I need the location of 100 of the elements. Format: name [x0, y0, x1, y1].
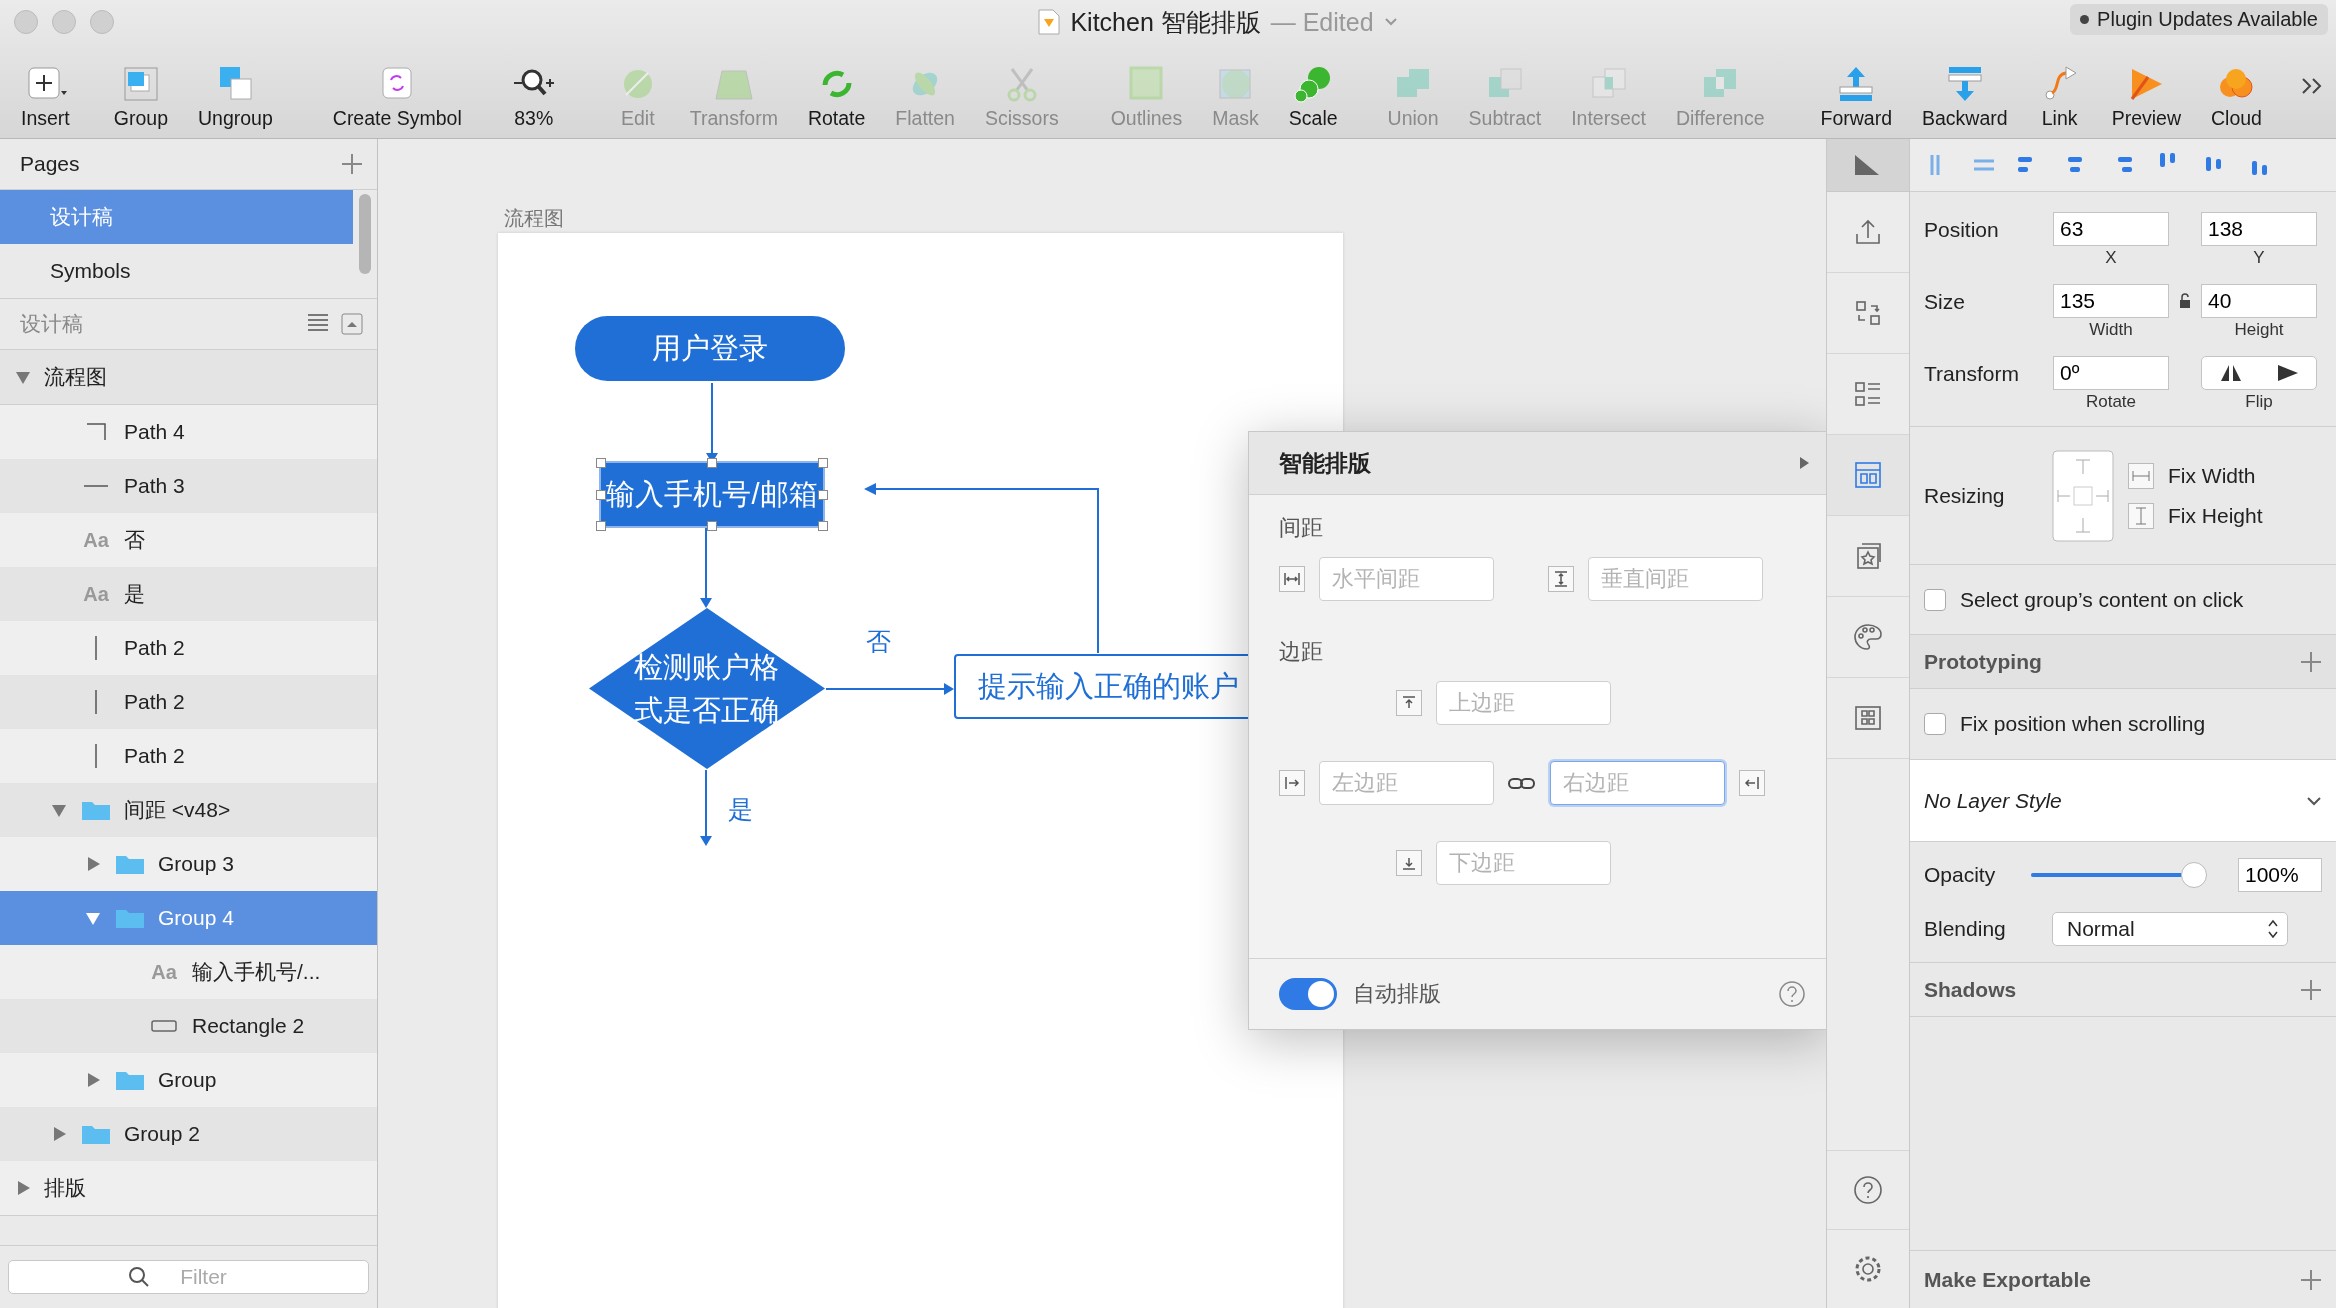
toolbar-button[interactable]: Backward	[1907, 65, 2023, 130]
toolbar-button[interactable]: Group	[98, 65, 183, 130]
resize-handle[interactable]	[818, 489, 828, 500]
layer-item[interactable]: Path 3	[124, 474, 185, 498]
plugin-updates-badge[interactable]: Plugin Updates Available	[2070, 4, 2328, 35]
resize-handle[interactable]	[596, 521, 606, 531]
width-field[interactable]: 135	[2053, 284, 2169, 318]
expand-triangle-icon[interactable]	[1798, 456, 1810, 470]
toolbar-button[interactable]: Create Symbol	[317, 65, 477, 130]
padlock-icon[interactable]	[2179, 293, 2191, 309]
expanded-triangle-icon[interactable]	[51, 802, 67, 818]
layer-item[interactable]: 流程图	[44, 363, 107, 391]
layout-icon[interactable]	[1827, 435, 1909, 516]
add-icon[interactable]	[2300, 650, 2322, 673]
toolbar-button[interactable]: 83%	[496, 65, 571, 130]
toolbar-button[interactable]: Preview	[2096, 65, 2196, 130]
layer-item[interactable]: 输入手机号/...	[192, 958, 321, 986]
artboard-label[interactable]: 流程图	[504, 205, 564, 232]
layer-row[interactable]: Path 2	[0, 621, 377, 675]
layer-item[interactable]: Rectangle 2	[192, 1014, 305, 1038]
layer-item[interactable]: 否	[124, 526, 145, 554]
toolbar-button[interactable]: Rotate	[792, 65, 881, 130]
toolbar-button[interactable]: Ungroup	[183, 65, 288, 130]
add-icon[interactable]	[2300, 978, 2322, 1001]
layer-row[interactable]: Aa 是	[0, 567, 377, 621]
layer-row[interactable]: Group	[0, 1053, 377, 1107]
expanded-triangle-icon[interactable]	[85, 910, 101, 926]
top-margin-icon[interactable]	[1396, 690, 1422, 716]
layer-row[interactable]: 排版	[0, 1161, 377, 1216]
layer-row[interactable]: Path 4	[0, 405, 377, 459]
help-icon[interactable]	[1778, 980, 1806, 1008]
toolbar-button[interactable]: Forward	[1805, 65, 1907, 130]
x-field[interactable]: 63	[2053, 212, 2169, 246]
margin-field[interactable]: 左边距	[1319, 761, 1494, 805]
layer-row[interactable]: 流程图	[0, 350, 377, 405]
margin-field[interactable]: 下边距	[1436, 841, 1611, 885]
left-margin-icon[interactable]	[1279, 770, 1305, 796]
layer-row[interactable]: 间距 <v48>	[0, 783, 377, 837]
layer-row[interactable]: Rectangle 2	[0, 999, 377, 1053]
collapse-icon[interactable]	[341, 313, 363, 335]
layer-item[interactable]: Path 2	[124, 744, 185, 768]
margin-field[interactable]: 上边距	[1436, 681, 1611, 725]
flip-buttons[interactable]	[2201, 356, 2317, 390]
resize-handle[interactable]	[818, 521, 828, 531]
right-margin-icon[interactable]	[1739, 770, 1765, 796]
layer-row[interactable]: Group 3	[0, 837, 377, 891]
layer-row[interactable]: Path 2	[0, 729, 377, 783]
resize-handle[interactable]	[596, 458, 606, 468]
rotate-field[interactable]: 0º	[2053, 356, 2169, 390]
layer-item[interactable]: Group	[158, 1068, 217, 1092]
resize-handle[interactable]	[707, 521, 717, 531]
expanded-triangle-icon[interactable]	[15, 369, 31, 385]
opacity-field[interactable]: 100%	[2238, 858, 2322, 892]
link-icon[interactable]	[1508, 775, 1536, 791]
resize-handle[interactable]	[596, 489, 606, 500]
page-item[interactable]: Symbols	[0, 244, 353, 298]
resize-handle[interactable]	[707, 458, 717, 468]
filter-field[interactable]: Filter	[8, 1260, 369, 1294]
layer-item[interactable]: Group 3	[158, 852, 234, 876]
toolbar-button[interactable]: Scale	[1273, 65, 1353, 130]
y-field[interactable]: 138	[2201, 212, 2317, 246]
height-field[interactable]: 40	[2201, 284, 2317, 318]
blending-select[interactable]: Normal	[2052, 912, 2288, 946]
toolbar-button[interactable]: Insert	[6, 65, 85, 130]
add-icon[interactable]	[341, 153, 363, 175]
vertical-spacing-icon[interactable]	[1548, 566, 1574, 592]
margin-field[interactable]: 右边距	[1550, 761, 1725, 805]
list-icon[interactable]	[307, 313, 329, 331]
chevron-down-icon[interactable]	[2306, 795, 2322, 806]
layer-row[interactable]: Aa 输入手机号/...	[0, 945, 377, 999]
spacing-field[interactable]: 垂直间距	[1588, 557, 1763, 601]
checkbox[interactable]	[1924, 588, 1946, 611]
layer-style-dropdown[interactable]: No Layer Style	[1924, 788, 2062, 813]
collapsed-triangle-icon[interactable]	[85, 1072, 101, 1088]
layer-item[interactable]: Path 2	[124, 690, 185, 714]
fix-height-icon[interactable]	[2128, 502, 2154, 529]
bottom-margin-icon[interactable]	[1396, 850, 1422, 876]
layer-item[interactable]: Path 2	[124, 636, 185, 660]
layer-row[interactable]: Aa 否	[0, 513, 377, 567]
layer-item[interactable]: 是	[124, 580, 145, 608]
collapsed-triangle-icon[interactable]	[15, 1180, 31, 1196]
spacing-field[interactable]: 水平间距	[1319, 557, 1494, 601]
layer-item[interactable]: Path 4	[124, 420, 185, 444]
resize-handle[interactable]	[818, 458, 828, 468]
scrollbar-thumb[interactable]	[359, 194, 371, 274]
layer-item[interactable]: 间距 <v48>	[124, 796, 231, 824]
toolbar-button[interactable]: Cloud	[2196, 65, 2277, 130]
collapsed-triangle-icon[interactable]	[51, 1126, 67, 1142]
checkbox[interactable]	[1924, 713, 1946, 735]
horizontal-spacing-icon[interactable]	[1279, 566, 1305, 592]
layer-item[interactable]: 排版	[44, 1174, 86, 1202]
auto-layout-toggle[interactable]	[1279, 978, 1337, 1010]
layer-row[interactable]: Group 2	[0, 1107, 377, 1161]
toolbar-button[interactable]: Link	[2022, 65, 2097, 130]
add-icon[interactable]	[2300, 1268, 2322, 1291]
layer-item[interactable]: Group 2	[124, 1122, 200, 1146]
layer-row[interactable]: Path 3	[0, 459, 377, 513]
collapsed-triangle-icon[interactable]	[85, 856, 101, 872]
fix-width-icon[interactable]	[2128, 462, 2154, 489]
layer-row[interactable]: Path 2	[0, 675, 377, 729]
